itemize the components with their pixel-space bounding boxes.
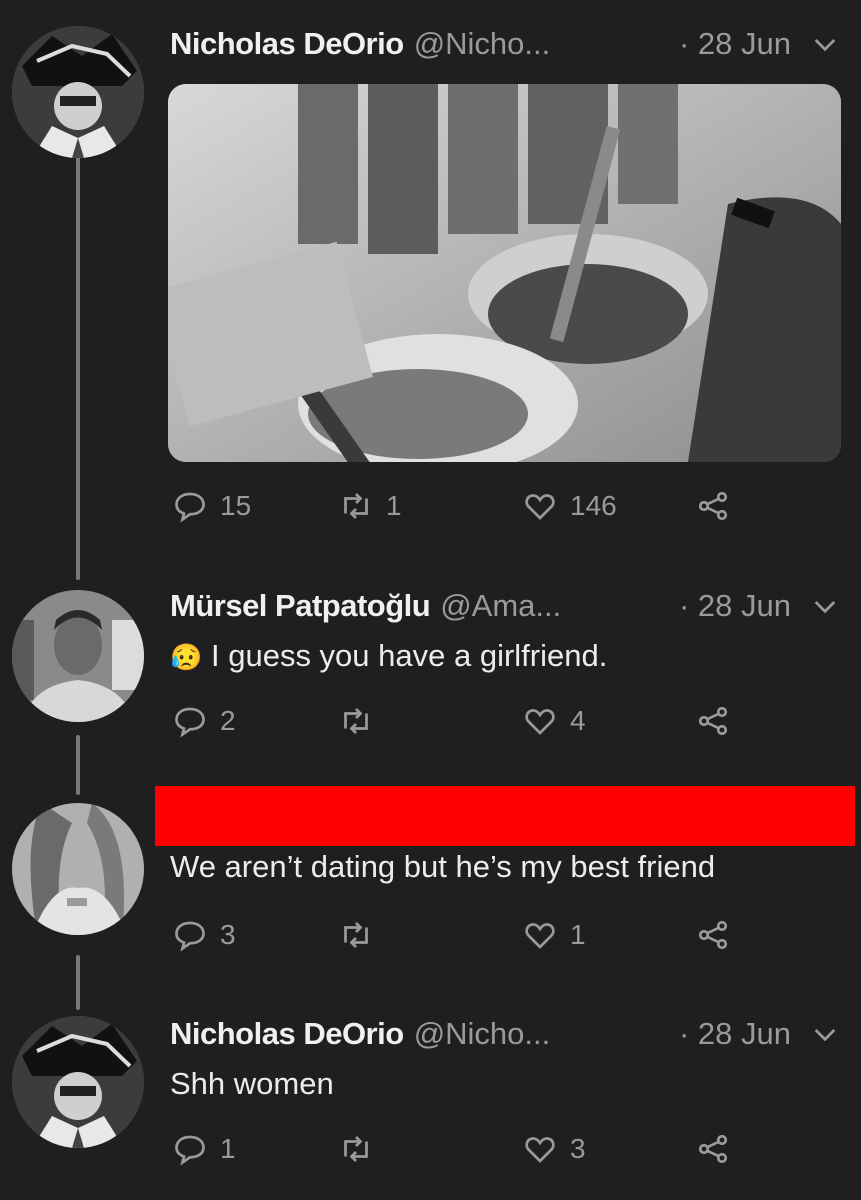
thread-line [76, 955, 80, 1010]
retweet-count: 1 [386, 490, 402, 521]
reply-count: 2 [220, 705, 236, 736]
reply-count: 3 [220, 919, 236, 950]
like-icon [525, 709, 555, 735]
retweet-icon [344, 493, 368, 519]
retweet-button[interactable]: 1 [338, 488, 402, 524]
like-count: 3 [570, 1133, 586, 1164]
reply-button[interactable]: 2 [172, 703, 236, 739]
reply-button[interactable]: 1 [172, 1131, 236, 1167]
like-count: 4 [570, 705, 586, 736]
retweet-icon [344, 922, 368, 948]
share-button[interactable] [695, 917, 731, 953]
sad-face-emoji: 😥 [170, 642, 203, 672]
avatar[interactable] [12, 1016, 144, 1148]
like-button[interactable]: 146 [522, 488, 617, 524]
tweet-text-body: I guess you have a girlfriend. [211, 638, 608, 673]
like-button[interactable]: 3 [522, 1131, 586, 1167]
retweet-button[interactable] [338, 917, 374, 953]
chevron-down-icon[interactable] [809, 28, 841, 60]
tweet-actions: 15 1 146 [170, 488, 770, 538]
reply-icon [175, 921, 205, 952]
chevron-down-icon[interactable] [809, 590, 841, 622]
share-icon [698, 1134, 728, 1164]
reply-count: 1 [220, 1133, 236, 1164]
avatar[interactable] [12, 803, 144, 935]
like-icon [525, 923, 555, 949]
tweet-text: Shh women [170, 1066, 334, 1101]
author-handle[interactable]: @Nicho... [414, 26, 551, 62]
reply-button[interactable]: 15 [172, 488, 251, 524]
avatar[interactable] [12, 26, 144, 158]
reply-icon [175, 1135, 205, 1166]
author-name[interactable]: Nicholas DeOrio [170, 1016, 404, 1052]
retweet-icon [344, 1136, 368, 1162]
like-count: 146 [570, 490, 617, 521]
like-icon [525, 494, 555, 520]
tweet-text: 😥 I guess you have a girlfriend. [170, 636, 841, 677]
retweet-button[interactable] [338, 703, 374, 739]
thread-line [76, 735, 80, 795]
like-button[interactable]: 1 [522, 917, 586, 953]
reply-count: 15 [220, 490, 252, 521]
reply-button[interactable]: 3 [172, 917, 236, 953]
timestamp[interactable]: · 28 Jun [679, 26, 791, 62]
tweet-actions: 2 4 [170, 703, 770, 753]
redaction-bar [155, 786, 855, 846]
reply-icon [175, 707, 205, 738]
tweet[interactable]: Nicholas DeOrio @Nicho... · 28 Jun Shh w… [170, 1008, 841, 1104]
avatar[interactable] [12, 590, 144, 722]
reply-icon [175, 492, 205, 523]
tweet-actions: 1 3 [170, 1131, 770, 1181]
timestamp[interactable]: · 28 Jun [679, 1016, 791, 1052]
tweet[interactable]: Nicholas DeOrio @Nicho... · 28 Jun [170, 18, 841, 70]
share-icon [698, 491, 728, 521]
share-button[interactable] [695, 703, 731, 739]
tweet[interactable]: We aren’t dating but he’s my best friend [170, 843, 841, 887]
tweet-image[interactable] [168, 84, 841, 462]
author-name[interactable]: Nicholas DeOrio [170, 26, 404, 62]
author-handle[interactable]: @Ama... [440, 588, 561, 624]
like-count: 1 [570, 919, 586, 950]
like-icon [525, 1137, 555, 1163]
author-name[interactable]: Mürsel Patpatoğlu [170, 588, 431, 624]
tweet-actions: 3 1 [170, 917, 770, 967]
share-button[interactable] [695, 488, 731, 524]
retweet-button[interactable] [338, 1131, 374, 1167]
author-handle[interactable]: @Nicho... [414, 1016, 551, 1052]
timestamp[interactable]: · 28 Jun [679, 588, 791, 624]
tweet-text: We aren’t dating but he’s my best friend [170, 849, 716, 884]
share-button[interactable] [695, 1131, 731, 1167]
chevron-down-icon[interactable] [809, 1018, 841, 1050]
retweet-icon [344, 708, 368, 734]
share-icon [698, 706, 728, 736]
share-icon [698, 920, 728, 950]
tweet[interactable]: Mürsel Patpatoğlu @Ama... · 28 Jun 😥 I g… [170, 580, 841, 677]
like-button[interactable]: 4 [522, 703, 586, 739]
thread-line [76, 150, 80, 580]
